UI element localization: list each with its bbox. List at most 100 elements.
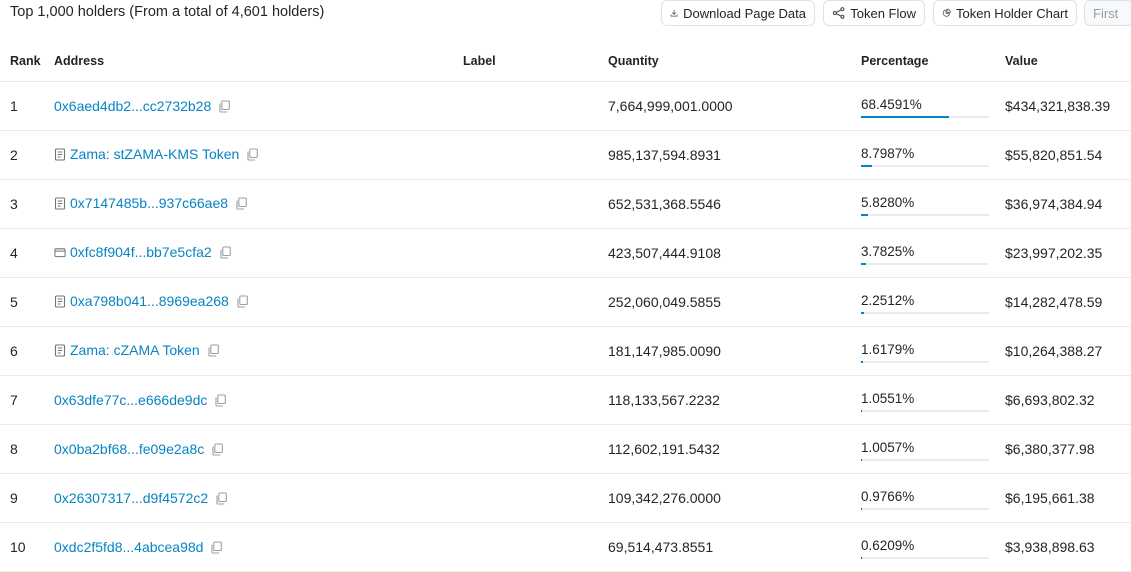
flow-icon [832, 7, 845, 19]
first-page-button[interactable]: First [1084, 0, 1131, 26]
rank-cell: 1 [0, 81, 54, 131]
holder-address-link[interactable]: 0x26307317...d9f4572c2 [54, 490, 208, 506]
rank-value: 5 [10, 294, 18, 310]
rank-cell: 4 [0, 228, 54, 278]
rank-value: 4 [10, 245, 18, 261]
toolbar: Top 1,000 holders (From a total of 4,601… [0, 0, 1131, 28]
percentage-bar-fill [861, 360, 864, 363]
percentage-bar-fill [861, 507, 863, 510]
percentage-bar-fill [861, 458, 863, 461]
label-cell [463, 130, 608, 180]
copy-icon[interactable] [246, 148, 259, 161]
header-address: Address [54, 41, 463, 82]
value-cell: $6,195,661.38 [1005, 473, 1131, 523]
value-cell: $434,321,838.39 [1005, 81, 1131, 131]
quantity-cell: 181,147,985.0090 [608, 326, 861, 376]
value-cell: $23,997,202.35 [1005, 228, 1131, 278]
copy-icon[interactable] [219, 246, 232, 259]
holder-address-link[interactable]: 0xfc8f904f...bb7e5cfa2 [70, 244, 212, 260]
percentage-value: 1.0551% [861, 390, 915, 406]
copy-icon[interactable] [235, 197, 248, 210]
download-icon [670, 9, 678, 17]
table-row: 5 0xa798b041...8969ea268 252,060,049.585… [0, 277, 1131, 327]
holder-address-link[interactable]: 0x0ba2bf68...fe09e2a8c [54, 441, 204, 457]
table-body: 1 0x6aed4db2...cc2732b28 7,664,999,001.0… [0, 81, 1131, 572]
percentage-value: 3.7825% [861, 243, 915, 259]
copy-icon[interactable] [236, 295, 249, 308]
value-cell: $10,264,388.27 [1005, 326, 1131, 376]
holder-address-link[interactable]: 0x7147485b...937c66ae8 [70, 195, 228, 211]
contract-icon [54, 344, 66, 357]
holder-address-link[interactable]: 0xdc2f5fd8...4abcea98d [54, 539, 203, 555]
percentage-bar [861, 262, 989, 265]
copy-icon[interactable] [210, 540, 223, 554]
percentage-bar [861, 507, 989, 510]
rank-value: 7 [10, 392, 18, 408]
quantity-cell: 118,133,567.2232 [608, 375, 861, 425]
label-cell [463, 424, 608, 474]
header-value: Value [1005, 41, 1131, 82]
holder-address-link[interactable]: Zama: cZAMA Token [70, 342, 200, 358]
rank-value: 1 [10, 98, 18, 114]
pie-chart-icon [942, 8, 951, 17]
quantity-value: 109,342,276.0000 [608, 490, 721, 506]
download-page-data-button[interactable]: Download Page Data [661, 0, 815, 26]
address-cell: 0x63dfe77c...e666de9dc [54, 375, 463, 425]
rank-cell: 2 [0, 130, 54, 180]
rank-value: 9 [10, 490, 18, 506]
percentage-cell: 8.7987% [861, 130, 1005, 180]
value-cell: $3,938,898.63 [1005, 522, 1131, 572]
token-flow-button[interactable]: Token Flow [823, 0, 925, 26]
copy-icon[interactable] [211, 442, 224, 456]
percentage-value: 68.4591% [861, 96, 922, 112]
percentage-bar-fill [861, 311, 864, 314]
label-cell [463, 81, 608, 131]
usd-value: $14,282,478.59 [1005, 294, 1103, 310]
rank-value: 2 [10, 147, 18, 163]
label-cell [463, 179, 608, 229]
copy-icon[interactable] [215, 491, 228, 505]
label-cell [463, 228, 608, 278]
holder-address-link[interactable]: Zama: stZAMA-KMS Token [70, 146, 239, 162]
rank-cell: 8 [0, 424, 54, 474]
rank-value: 3 [10, 196, 18, 212]
copy-icon[interactable] [218, 99, 231, 113]
value-cell: $6,380,377.98 [1005, 424, 1131, 474]
rank-cell: 7 [0, 375, 54, 425]
holder-address-link[interactable]: 0x63dfe77c...e666de9dc [54, 392, 207, 408]
holder-address-link[interactable]: 0x6aed4db2...cc2732b28 [54, 98, 211, 114]
token-holder-chart-button[interactable]: Token Holder Chart [933, 0, 1077, 26]
usd-value: $23,997,202.35 [1005, 245, 1103, 261]
quantity-value: 7,664,999,001.0000 [608, 98, 733, 114]
value-cell: $55,820,851.54 [1005, 130, 1131, 180]
holders-summary: Top 1,000 holders (From a total of 4,601… [10, 4, 325, 20]
table-row: 7 0x63dfe77c...e666de9dc 118,133,567.223… [0, 375, 1131, 425]
token-holder-chart-label: Token Holder Chart [956, 5, 1068, 21]
quantity-cell: 652,531,368.5546 [608, 179, 861, 229]
percentage-cell: 0.6209% [861, 522, 1005, 572]
table-row: 1 0x6aed4db2...cc2732b28 7,664,999,001.0… [0, 81, 1131, 131]
percentage-value: 8.7987% [861, 145, 915, 161]
label-cell [463, 522, 608, 572]
table-header: Rank Address Label Quantity Percentage V… [0, 41, 1131, 82]
address-cell: Zama: stZAMA-KMS Token [54, 130, 463, 180]
holder-address-link[interactable]: 0xa798b041...8969ea268 [70, 293, 229, 309]
percentage-value: 1.6179% [861, 341, 915, 357]
quantity-cell: 985,137,594.8931 [608, 130, 861, 180]
table-row: 2 Zama: stZAMA-KMS Token 985,137,594.893… [0, 130, 1131, 180]
address-cell: Zama: cZAMA Token [54, 326, 463, 376]
copy-icon[interactable] [214, 393, 227, 407]
percentage-bar-fill [861, 115, 949, 118]
percentage-bar [861, 409, 989, 412]
copy-icon[interactable] [207, 344, 220, 357]
quantity-cell: 112,602,191.5432 [608, 424, 861, 474]
first-label: First [1093, 5, 1119, 21]
contract-icon [54, 148, 66, 161]
percentage-value: 0.9766% [861, 488, 915, 504]
address-cell: 0x6aed4db2...cc2732b28 [54, 81, 463, 131]
label-cell [463, 473, 608, 523]
percentage-cell: 1.0057% [861, 424, 1005, 474]
usd-value: $3,938,898.63 [1005, 539, 1095, 555]
quantity-cell: 252,060,049.5855 [608, 277, 861, 327]
rank-value: 10 [10, 539, 26, 555]
